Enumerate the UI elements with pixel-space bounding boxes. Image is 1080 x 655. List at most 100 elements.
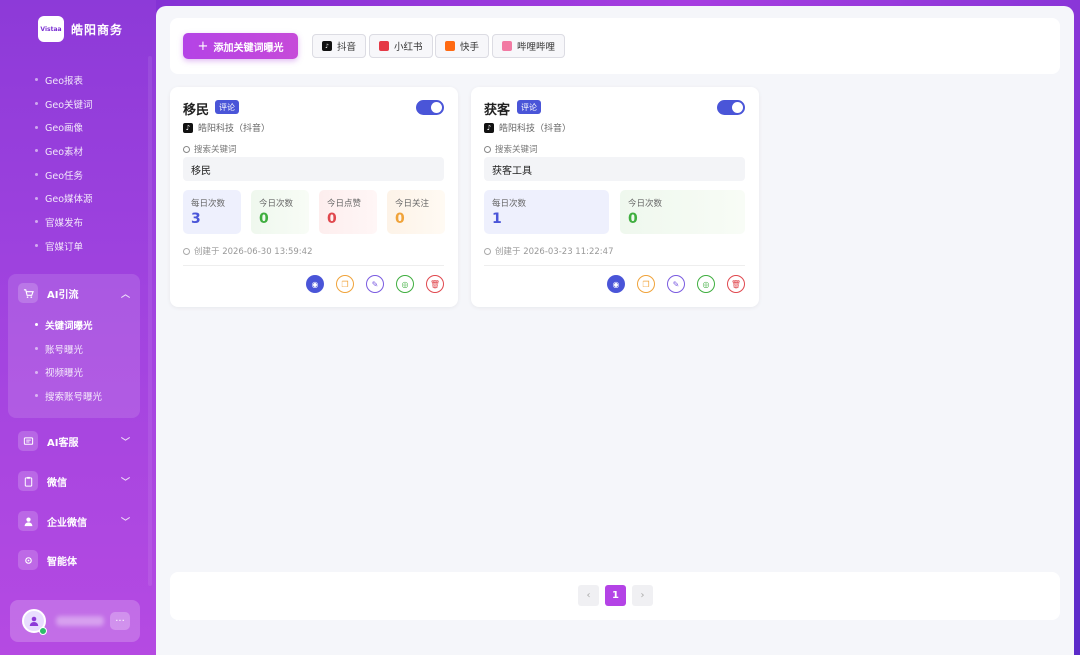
chevron-up-icon: ︿ <box>120 289 130 300</box>
platform-filter-bilibili[interactable]: 哔哩哔哩 <box>492 34 566 58</box>
clock-icon <box>183 247 190 255</box>
pagination: ‹ 1 › <box>170 572 1060 620</box>
sidebar-item-video-exposure[interactable]: 视频曝光 <box>0 360 156 384</box>
keyword-card: 获客 评论 ♪ 皓阳科技（抖音） 搜索关键词 获客工具 每日次数 1 今日次数 … <box>471 87 759 307</box>
edit-icon: ✎ <box>371 279 379 289</box>
next-page-button[interactable]: › <box>632 585 653 606</box>
stat-today-likes: 今日点赞 0 <box>319 190 377 234</box>
type-badge: 评论 <box>215 100 239 114</box>
sidebar-item-wechat[interactable]: 微信 ﹀ <box>8 466 140 496</box>
run-button[interactable]: ◉ <box>607 275 625 293</box>
eye-icon: ◎ <box>401 279 409 289</box>
keyword-value: 移民 <box>183 157 444 181</box>
search-icon <box>183 145 190 153</box>
user-card[interactable]: ··· <box>10 600 140 642</box>
keyword-label: 搜索关键词 <box>484 143 538 155</box>
sidebar-item-official-orders[interactable]: 官媒订单 <box>0 234 156 258</box>
user-name-redacted <box>56 616 104 626</box>
type-badge: 评论 <box>517 100 541 114</box>
created-time: 创建于 2026-06-30 13:59:42 <box>183 245 312 257</box>
edit-button[interactable]: ✎ <box>366 275 384 293</box>
ai-traffic-submenu: 关键词曝光 账号曝光 视频曝光 搜索账号曝光 <box>0 313 156 408</box>
more-button[interactable]: ··· <box>110 612 130 630</box>
keyword-label: 搜索关键词 <box>183 143 237 155</box>
edit-button[interactable]: ✎ <box>667 275 685 293</box>
chevron-down-icon: ﹀ <box>120 477 130 488</box>
sidebar-item-official-publish[interactable]: 官媒发布 <box>0 210 156 234</box>
stat-daily-count: 每日次数 3 <box>183 190 241 234</box>
run-button[interactable]: ◉ <box>306 275 324 293</box>
brand-name: 皓阳商务 <box>71 22 124 37</box>
kuaishou-icon <box>445 41 455 51</box>
copy-button[interactable]: ❐ <box>336 275 354 293</box>
toolbar: + 添加关键词曝光 ♪ 抖音 小红书 快手 哔哩哔哩 <box>170 18 1060 74</box>
add-keyword-exposure-button[interactable]: + 添加关键词曝光 <box>183 33 298 59</box>
enable-toggle[interactable] <box>717 100 745 115</box>
sidebar-item-ai-traffic[interactable]: AI引流 ︿ <box>8 278 140 308</box>
sidebar-item-wecom[interactable]: 企业微信 ﹀ <box>8 506 140 536</box>
sidebar-scrollbar[interactable] <box>148 56 152 586</box>
keyword-value: 获客工具 <box>484 157 745 181</box>
account-info: ♪ 皓阳科技（抖音） <box>183 121 270 134</box>
clock-icon <box>484 247 491 255</box>
sidebar-item-geo-media[interactable]: Geo媒体源 <box>0 186 156 210</box>
sidebar-item-keyword-exposure[interactable]: 关键词曝光 <box>0 313 156 337</box>
stat-daily-count: 每日次数 1 <box>484 190 609 234</box>
chat-icon <box>18 431 38 451</box>
stat-today-count: 今日次数 0 <box>620 190 745 234</box>
sidebar-item-ai-service[interactable]: AI客服 ﹀ <box>8 426 140 456</box>
sidebar-item-geo-material[interactable]: Geo素材 <box>0 139 156 163</box>
douyin-icon: ♪ <box>484 122 494 133</box>
eye-icon: ◎ <box>702 279 710 289</box>
stat-today-follows: 今日关注 0 <box>387 190 445 234</box>
sidebar-item-agent[interactable]: 智能体 <box>8 545 140 575</box>
trash-icon: 🗑 <box>730 279 742 289</box>
card-title: 移民 <box>183 103 210 118</box>
geo-submenu: Geo报表 Geo关键词 Geo画像 Geo素材 Geo任务 Geo媒体源 官媒… <box>0 68 156 258</box>
bilibili-icon <box>502 41 512 51</box>
sidebar-item-account-exposure[interactable]: 账号曝光 <box>0 337 156 361</box>
cart-icon <box>18 283 38 303</box>
main-panel: + 添加关键词曝光 ♪ 抖音 小红书 快手 哔哩哔哩 移民 评论 ♪ 皓阳科技（… <box>156 6 1074 655</box>
delete-button[interactable]: 🗑 <box>727 275 745 293</box>
prev-page-button[interactable]: ‹ <box>578 585 599 606</box>
platform-filter-kuaishou[interactable]: 快手 <box>435 34 490 58</box>
brand[interactable]: Vistaa 皓阳商务 <box>38 16 123 42</box>
sidebar-item-search-account-exposure[interactable]: 搜索账号曝光 <box>0 384 156 408</box>
douyin-icon: ♪ <box>322 41 332 51</box>
user-icon <box>18 511 38 531</box>
chevron-down-icon: ﹀ <box>120 437 130 448</box>
enable-toggle[interactable] <box>416 100 444 115</box>
copy-button[interactable]: ❐ <box>637 275 655 293</box>
trash-icon: 🗑 <box>429 279 441 289</box>
card-title: 获客 <box>484 103 511 118</box>
chevron-down-icon: ﹀ <box>120 517 130 528</box>
view-button[interactable]: ◎ <box>396 275 414 293</box>
clipboard-icon <box>18 471 38 491</box>
sidebar-item-geo-profile[interactable]: Geo画像 <box>0 115 156 139</box>
stat-today-count: 今日次数 0 <box>251 190 309 234</box>
xiaohongshu-icon <box>379 41 389 51</box>
sidebar-item-geo-task[interactable]: Geo任务 <box>0 163 156 187</box>
page-1-button[interactable]: 1 <box>605 585 626 606</box>
play-icon: ◉ <box>612 279 620 289</box>
created-time: 创建于 2026-03-23 11:22:47 <box>484 245 613 257</box>
play-icon: ◉ <box>311 279 319 289</box>
search-icon <box>484 145 491 153</box>
sidebar-item-geo-report[interactable]: Geo报表 <box>0 68 156 92</box>
delete-button[interactable]: 🗑 <box>426 275 444 293</box>
platform-filter-douyin[interactable]: ♪ 抖音 <box>312 34 367 58</box>
edit-icon: ✎ <box>672 279 680 289</box>
platform-filter-xiaohongshu[interactable]: 小红书 <box>369 34 433 58</box>
sidebar: Vistaa 皓阳商务 Geo报表 Geo关键词 Geo画像 Geo素材 Geo… <box>0 0 156 655</box>
account-info: ♪ 皓阳科技（抖音） <box>484 121 571 134</box>
plus-icon: + <box>197 38 209 54</box>
view-button[interactable]: ◎ <box>697 275 715 293</box>
copy-icon: ❐ <box>341 279 349 289</box>
divider <box>183 265 444 266</box>
copy-icon: ❐ <box>642 279 650 289</box>
divider <box>484 265 745 266</box>
douyin-icon: ♪ <box>183 122 193 133</box>
agent-icon <box>18 550 38 570</box>
sidebar-item-geo-keyword[interactable]: Geo关键词 <box>0 92 156 116</box>
